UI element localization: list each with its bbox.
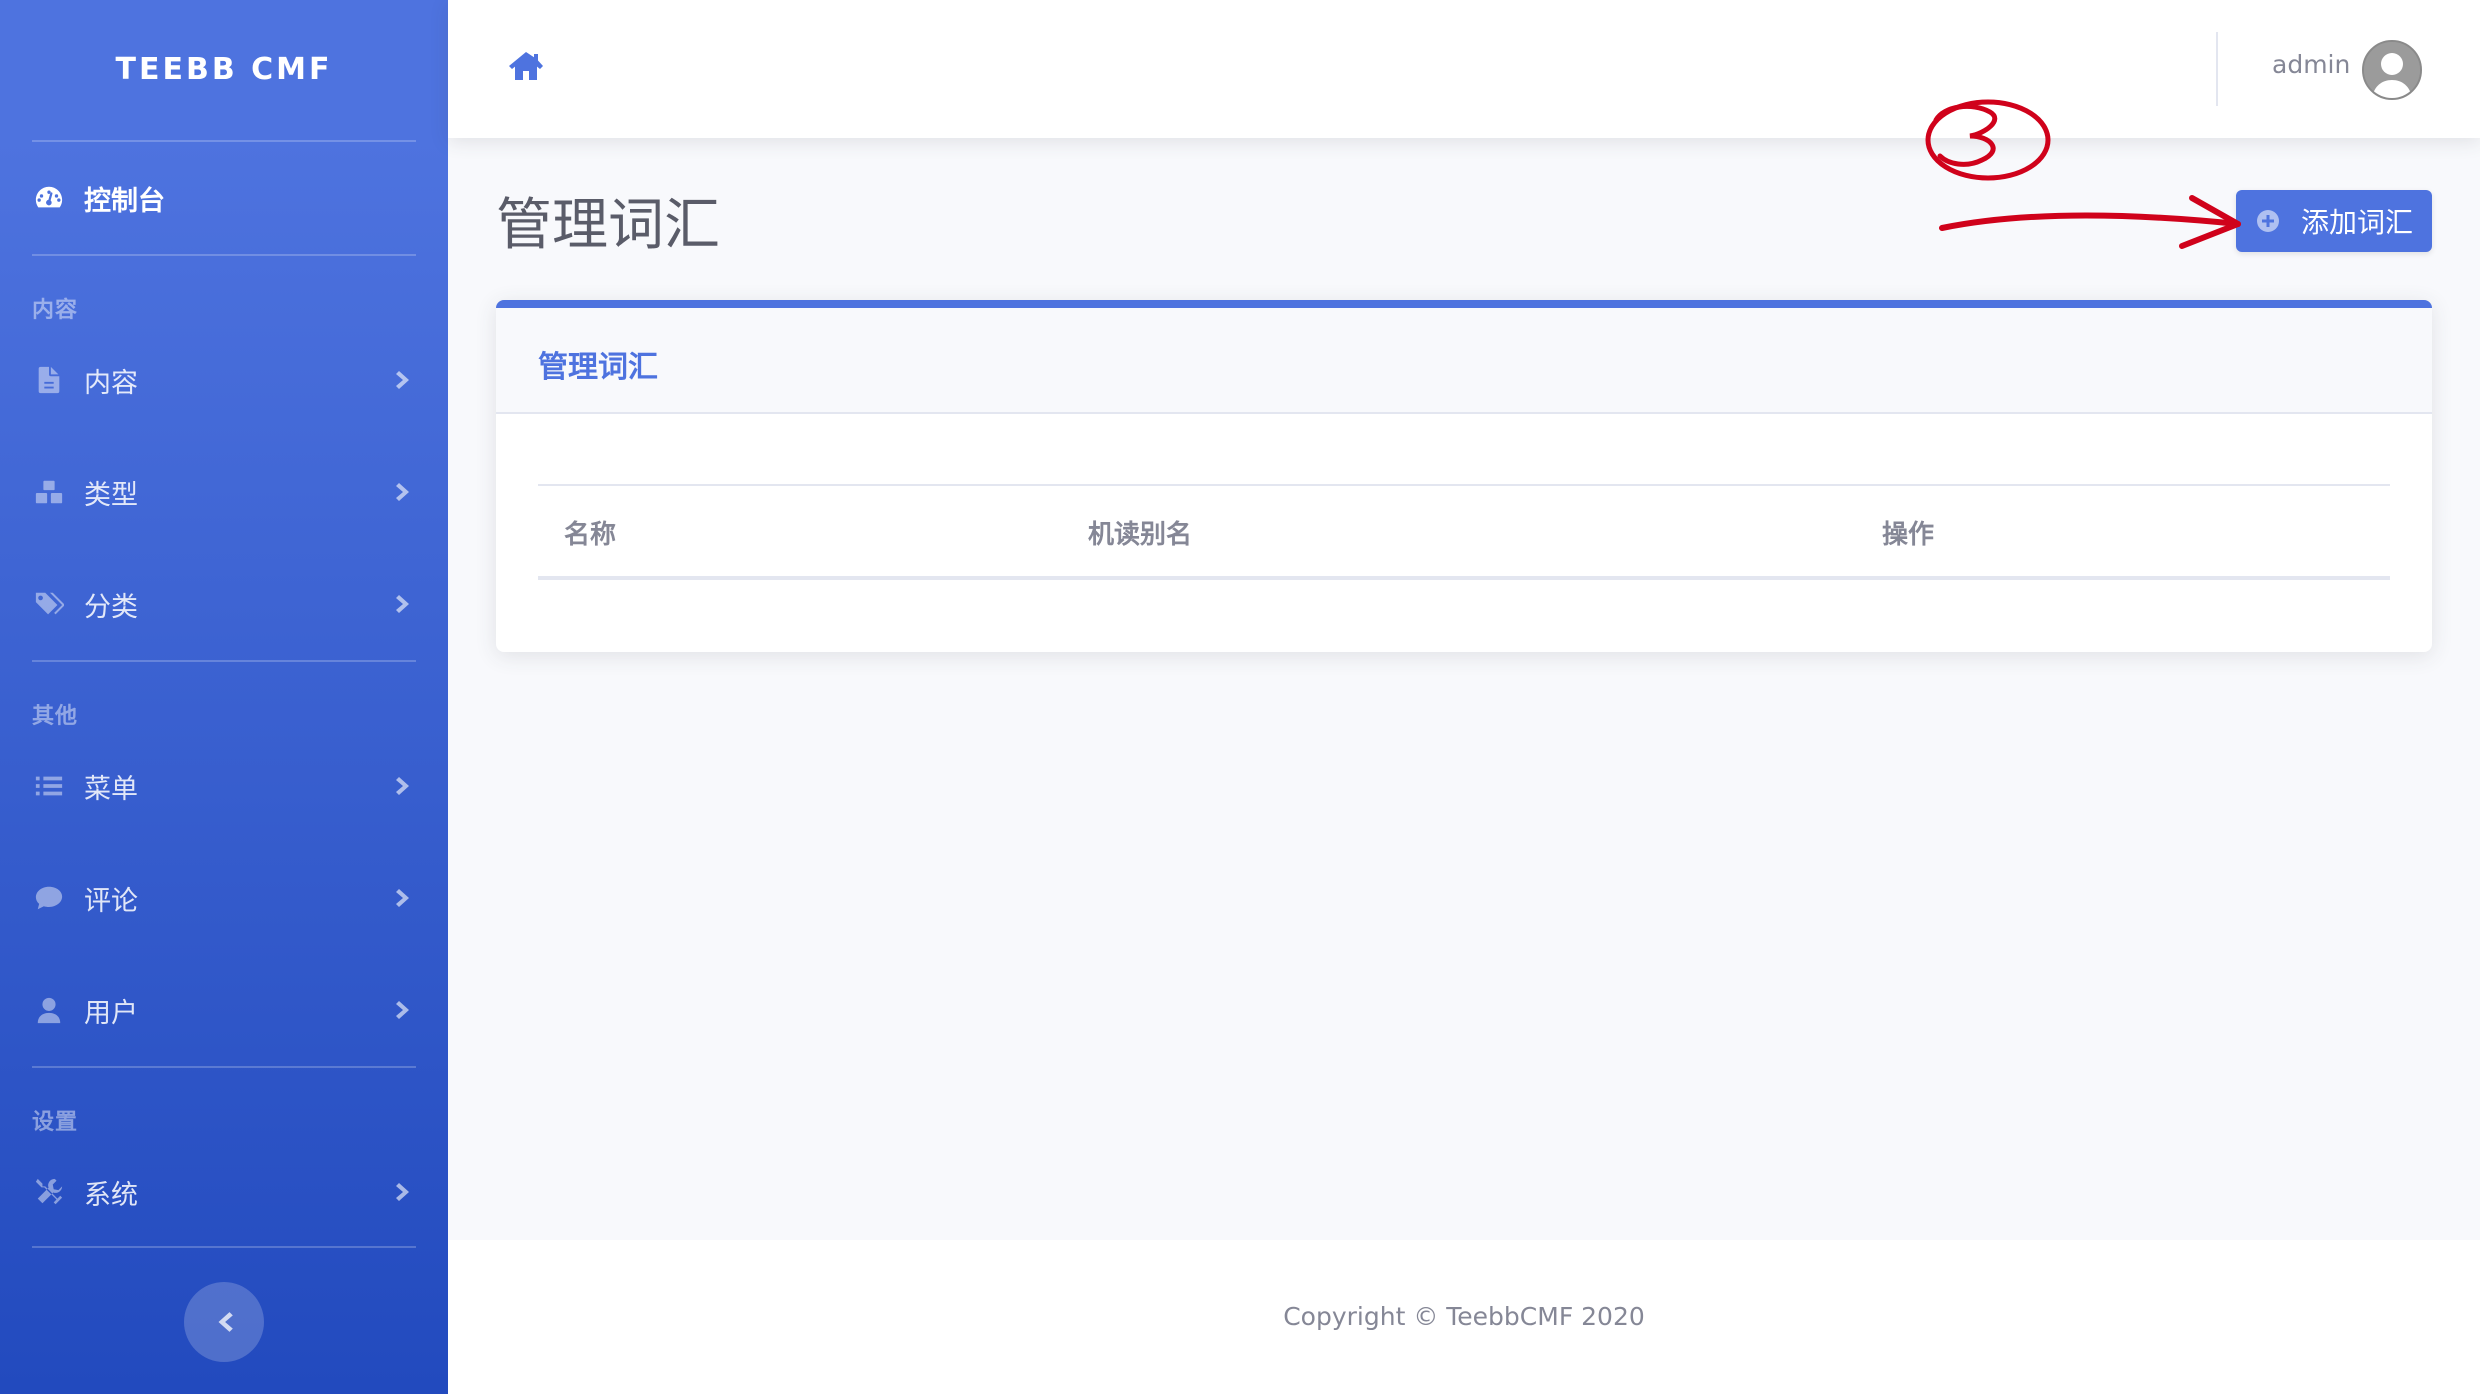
- sidebar-item-content[interactable]: 内容: [32, 348, 416, 412]
- copyright-text: Copyright © TeebbCMF 2020: [1283, 1302, 1645, 1331]
- brand-logo[interactable]: TEEBB CMF: [0, 0, 448, 138]
- footer: Copyright © TeebbCMF 2020: [448, 1240, 2480, 1394]
- sidebar-item-comments[interactable]: 评论: [32, 866, 416, 930]
- sidebar-item-label: 系统: [84, 1179, 138, 1211]
- sidebar-item-label: 用户: [84, 997, 138, 1029]
- add-vocabulary-button[interactable]: 添加词汇: [2236, 190, 2432, 252]
- column-header-machine-name[interactable]: 机读别名: [1088, 514, 1192, 551]
- topbar-divider: [2216, 32, 2218, 106]
- chevron-right-icon: [394, 999, 416, 1021]
- sidebar-item-dashboard[interactable]: 控制台: [32, 166, 416, 230]
- sidebar-item-label: 评论: [84, 885, 138, 917]
- sidebar-divider: [32, 660, 416, 662]
- annotation-arrow-icon: [1925, 99, 2241, 249]
- card-header: 管理词汇: [496, 308, 2432, 414]
- user-avatar-icon[interactable]: [2362, 40, 2422, 100]
- tools-icon: [32, 1175, 66, 1209]
- sidebar-item-types[interactable]: 类型: [32, 460, 416, 524]
- user-icon: [32, 993, 66, 1027]
- sidebar-item-label: 控制台: [84, 185, 165, 217]
- file-icon: [32, 363, 66, 397]
- user-name[interactable]: admin: [2272, 50, 2350, 79]
- sidebar-section-heading: 其他: [32, 704, 79, 729]
- sidebar-divider: [32, 140, 416, 142]
- chevron-right-icon: [394, 887, 416, 909]
- chevron-right-icon: [394, 369, 416, 391]
- chevron-right-icon: [394, 593, 416, 615]
- tachometer-icon: [32, 181, 66, 215]
- chevron-right-icon: [394, 1181, 416, 1203]
- home-icon[interactable]: [508, 50, 544, 86]
- sidebar-divider: [32, 1066, 416, 1068]
- comment-icon: [32, 881, 66, 915]
- sidebar-item-users[interactable]: 用户: [32, 978, 416, 1042]
- list-icon: [32, 769, 66, 803]
- sidebar: TEEBB CMF 控制台 内容 内容 类型 分类 其他 菜单 评论 用户 设置…: [0, 0, 448, 1394]
- sidebar-item-label: 类型: [84, 479, 138, 511]
- add-vocabulary-label: 添加词汇: [2300, 206, 2413, 239]
- column-header-actions[interactable]: 操作: [1882, 514, 1934, 551]
- sidebar-toggle-button[interactable]: [184, 1282, 264, 1362]
- sidebar-section-heading: 内容: [32, 298, 79, 323]
- plus-circle-icon: [2255, 208, 2281, 234]
- card-title: 管理词汇: [538, 350, 658, 385]
- column-header-name[interactable]: 名称: [564, 514, 616, 551]
- sidebar-item-label: 分类: [84, 591, 138, 623]
- vocabulary-table: 名称 机读别名 操作: [538, 484, 2390, 580]
- sidebar-item-label: 内容: [84, 367, 138, 399]
- sidebar-divider: [32, 1246, 416, 1248]
- chevron-right-icon: [394, 481, 416, 503]
- cubes-icon: [32, 475, 66, 509]
- table-header-row: 名称 机读别名 操作: [538, 484, 2390, 580]
- sidebar-item-categories[interactable]: 分类: [32, 572, 416, 636]
- chevron-right-icon: [394, 775, 416, 797]
- vocabulary-card: 管理词汇 名称 机读别名 操作: [496, 300, 2432, 652]
- sidebar-item-label: 菜单: [84, 773, 138, 805]
- sidebar-section-heading: 设置: [32, 1110, 79, 1135]
- page-title: 管理词汇: [496, 193, 720, 258]
- chevron-left-icon: [213, 1309, 235, 1335]
- sidebar-item-system[interactable]: 系统: [32, 1160, 416, 1224]
- tags-icon: [32, 587, 66, 621]
- sidebar-item-menus[interactable]: 菜单: [32, 754, 416, 818]
- sidebar-divider: [32, 254, 416, 256]
